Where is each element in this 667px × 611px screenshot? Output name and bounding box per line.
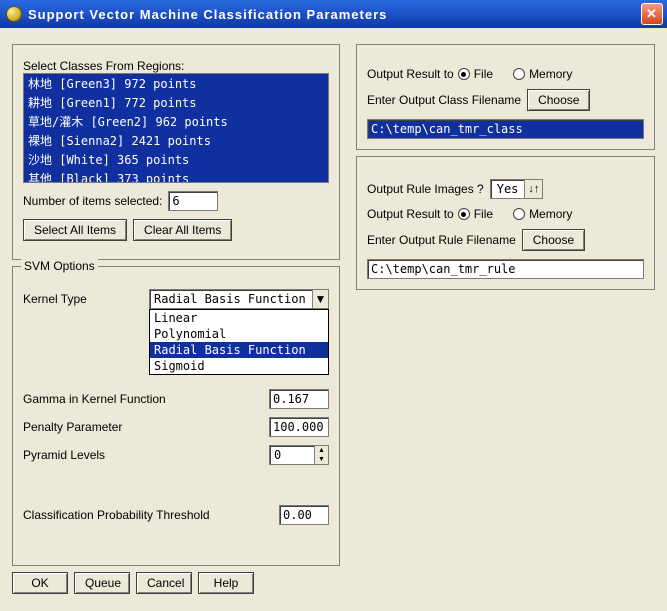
kernel-dropdown[interactable]: Linear Polynomial Radial Basis Function …: [149, 309, 329, 375]
rule-memory-label: Memory: [529, 207, 572, 221]
kernel-option[interactable]: Polynomial: [150, 326, 328, 342]
kernel-option[interactable]: Sigmoid: [150, 358, 328, 374]
window-title: Support Vector Machine Classification Pa…: [28, 7, 641, 22]
list-item[interactable]: 其他 [Black] 373 points: [24, 169, 328, 183]
kernel-combo[interactable]: Radial Basis Function ▼ Linear Polynomia…: [149, 289, 329, 309]
choose-rule-file-button[interactable]: Choose: [522, 229, 585, 251]
list-item[interactable]: 裸地 [Sienna2] 2421 points: [24, 131, 328, 150]
list-item[interactable]: 沙地 [White] 365 points: [24, 150, 328, 169]
pyramid-value: 0: [270, 446, 314, 464]
classes-listbox[interactable]: 林地 [Green3] 972 points 耕地 [Green1] 772 p…: [23, 73, 329, 183]
gamma-input[interactable]: [269, 389, 329, 409]
pyramid-spinner[interactable]: 0 ▲ ▼: [269, 445, 329, 465]
help-button[interactable]: Help: [198, 572, 254, 594]
rule-prompt: Output Rule Images ?: [367, 182, 484, 196]
list-item[interactable]: 草地/灌木 [Green2] 962 points: [24, 112, 328, 131]
threshold-input[interactable]: [279, 505, 329, 525]
classes-group: Select Classes From Regions: 林地 [Green3]…: [12, 44, 340, 260]
memory-label: Memory: [529, 67, 572, 81]
rule-filename-label: Enter Output Rule Filename: [367, 233, 516, 247]
choose-class-file-button[interactable]: Choose: [527, 89, 590, 111]
classes-label: Select Classes From Regions:: [23, 59, 329, 73]
toggle-arrows-icon[interactable]: ↓↑: [524, 180, 542, 198]
pyramid-label: Pyramid Levels: [23, 448, 105, 462]
class-filename-label: Enter Output Class Filename: [367, 93, 521, 107]
output-rule-group: Output Rule Images ? Yes ↓↑ Output Resul…: [356, 156, 655, 290]
memory-radio[interactable]: [513, 68, 525, 80]
list-item[interactable]: 林地 [Green3] 972 points: [24, 74, 328, 93]
rule-filename-input[interactable]: [367, 259, 644, 279]
svm-legend: SVM Options: [21, 259, 98, 273]
titlebar: Support Vector Machine Classification Pa…: [0, 0, 667, 28]
count-input[interactable]: [168, 191, 218, 211]
rule-memory-radio[interactable]: [513, 208, 525, 220]
rule-file-radio[interactable]: [458, 208, 470, 220]
cancel-button[interactable]: Cancel: [136, 572, 192, 594]
dialog-buttons: OK Queue Cancel Help: [12, 572, 340, 594]
spinner-up-icon[interactable]: ▲: [315, 446, 328, 455]
rule-toggle[interactable]: Yes ↓↑: [490, 179, 544, 199]
output-result-label: Output Result to: [367, 67, 454, 81]
chevron-down-icon[interactable]: ▼: [312, 290, 328, 308]
select-all-button[interactable]: Select All Items: [23, 219, 127, 241]
gamma-label: Gamma in Kernel Function: [23, 392, 166, 406]
close-icon: ✕: [646, 6, 658, 22]
rule-file-label: File: [474, 207, 493, 221]
kernel-option[interactable]: Linear: [150, 310, 328, 326]
threshold-label: Classification Probability Threshold: [23, 508, 210, 522]
list-item[interactable]: 耕地 [Green1] 772 points: [24, 93, 328, 112]
count-label: Number of items selected:: [23, 194, 162, 208]
rule-toggle-value: Yes: [491, 182, 525, 196]
kernel-value: Radial Basis Function: [150, 290, 312, 308]
spinner-down-icon[interactable]: ▼: [315, 455, 328, 464]
queue-button[interactable]: Queue: [74, 572, 130, 594]
class-filename-input[interactable]: [367, 119, 644, 139]
file-label: File: [474, 67, 493, 81]
app-icon: [6, 6, 22, 22]
ok-button[interactable]: OK: [12, 572, 68, 594]
kernel-option[interactable]: Radial Basis Function: [150, 342, 328, 358]
rule-result-label: Output Result to: [367, 207, 454, 221]
close-button[interactable]: ✕: [641, 3, 663, 25]
file-radio[interactable]: [458, 68, 470, 80]
penalty-input[interactable]: [269, 417, 329, 437]
svm-options-group: SVM Options Kernel Type Radial Basis Fun…: [12, 266, 340, 566]
kernel-label: Kernel Type: [23, 292, 87, 306]
output-class-group: Output Result to File Memory Enter Outpu…: [356, 44, 655, 150]
clear-all-button[interactable]: Clear All Items: [133, 219, 232, 241]
penalty-label: Penalty Parameter: [23, 420, 122, 434]
